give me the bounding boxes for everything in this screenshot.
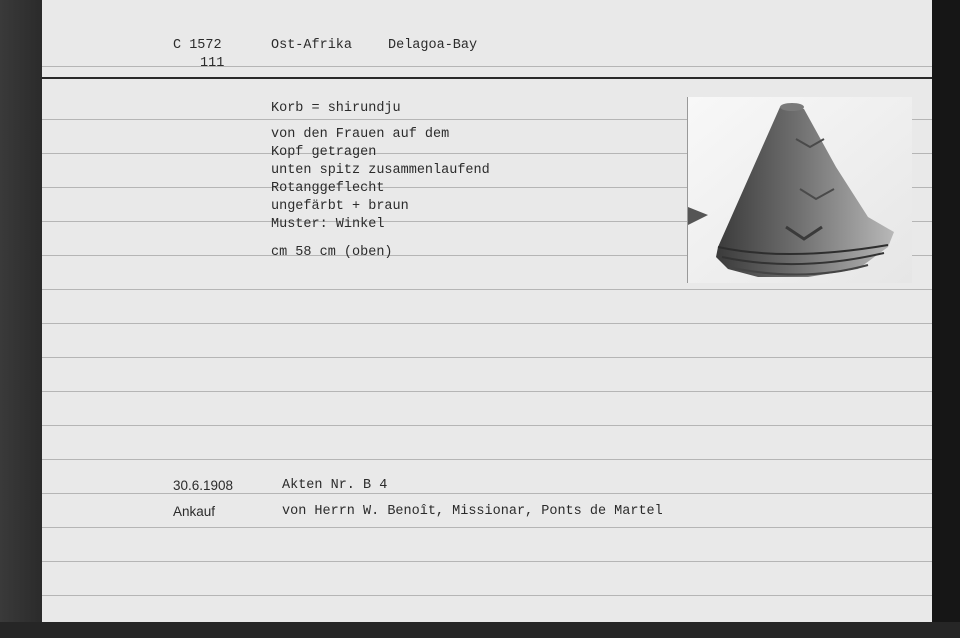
card-rule xyxy=(42,527,932,528)
sub-number: 111 xyxy=(200,56,225,71)
card-rule xyxy=(42,289,932,290)
acquisition-date: 30.6.1908 xyxy=(173,478,234,493)
card-rule xyxy=(42,66,932,67)
card-rule xyxy=(42,357,932,358)
locality: Delagoa-Bay xyxy=(388,38,478,53)
description-line: unten spitz zusammenlaufend xyxy=(271,163,490,178)
card-rule xyxy=(42,425,932,426)
catalog-number: C 1572 xyxy=(173,38,222,53)
background-left xyxy=(0,0,44,638)
card-rule xyxy=(42,391,932,392)
object-photo xyxy=(687,97,912,283)
description-line: ungefärbt + braun xyxy=(271,199,409,214)
description-line: Kopf getragen xyxy=(271,145,377,160)
dimension-note: cm 58 cm (oben) xyxy=(271,245,393,260)
card-rule xyxy=(42,561,932,562)
card-rule xyxy=(42,595,932,596)
basket-image xyxy=(688,97,912,283)
card-rule xyxy=(42,323,932,324)
object-name: Korb = shirundju xyxy=(271,101,401,116)
description-line: Rotanggeflecht xyxy=(271,181,385,196)
catalog-card: C 1572 111 Ost-Afrika Delagoa-Bay Korb =… xyxy=(42,0,932,622)
acquisition-type: Ankauf xyxy=(173,504,216,519)
background-right xyxy=(932,0,960,638)
region: Ost-Afrika xyxy=(271,38,353,53)
card-rule xyxy=(42,459,932,460)
acquisition-source: von Herrn W. Benoît, Missionar, Ponts de… xyxy=(282,504,663,519)
description-line: Muster: Winkel xyxy=(271,217,385,232)
file-reference: Akten Nr. B 4 xyxy=(282,478,388,493)
background-bottom xyxy=(0,622,960,638)
description-line: von den Frauen auf dem xyxy=(271,127,450,142)
card-header-rule xyxy=(42,77,932,79)
